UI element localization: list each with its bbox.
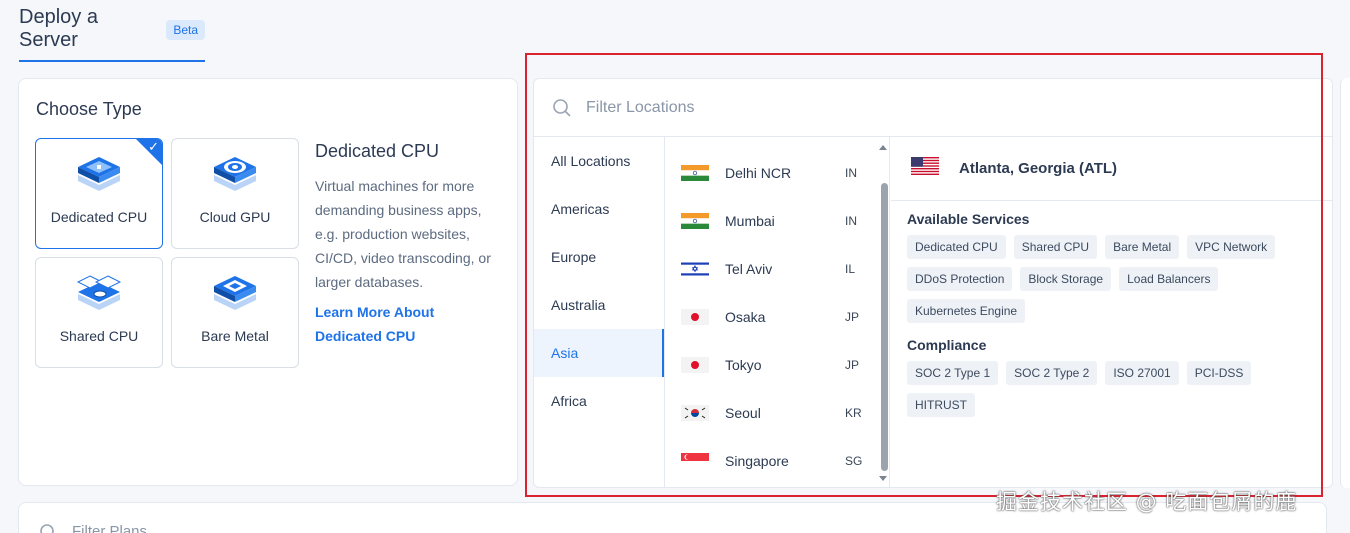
services-tags: Dedicated CPU Shared CPU Bare Metal VPC … — [907, 235, 1317, 323]
search-icon — [553, 98, 571, 117]
tile-label: Dedicated CPU — [50, 209, 148, 225]
type-tile-shared-cpu[interactable]: Shared CPU — [35, 257, 163, 368]
city-name: Tokyo — [725, 357, 762, 373]
region-list: All Locations Americas Europe Australia … — [534, 137, 665, 487]
korea-flag-icon — [681, 405, 709, 421]
type-tile-cloud-gpu[interactable]: Cloud GPU — [171, 138, 299, 249]
region-africa[interactable]: Africa — [534, 377, 664, 425]
city-name: Singapore — [725, 453, 789, 469]
city-name: Osaka — [725, 309, 766, 325]
city-item-mumbai[interactable]: Mumbai IN — [665, 197, 889, 245]
city-list-scrollbar[interactable] — [879, 145, 888, 481]
india-flag-icon — [681, 165, 709, 181]
singapore-flag-icon — [681, 453, 709, 469]
service-tag: Load Balancers — [1119, 267, 1219, 291]
japan-flag-icon — [681, 357, 709, 373]
service-tag: Kubernetes Engine — [907, 299, 1026, 323]
type-tile-dedicated-cpu[interactable]: Dedicated CPU ✓ — [35, 138, 163, 249]
scroll-up-arrow-icon[interactable] — [879, 145, 887, 150]
learn-more-link[interactable]: Learn More About Dedicated CPU — [315, 300, 505, 348]
country-code: KR — [845, 406, 862, 420]
service-tag: Block Storage — [1020, 267, 1112, 291]
city-item-tel-aviv[interactable]: Tel Aviv IL — [665, 245, 889, 293]
location-detail-panel: Atlanta, Georgia (ATL) Available Service… — [891, 137, 1332, 487]
filter-locations[interactable]: Filter Locations — [534, 79, 1332, 137]
service-tag: Bare Metal — [1105, 235, 1180, 259]
region-americas[interactable]: Americas — [534, 185, 664, 233]
cloud-gpu-icon — [214, 157, 256, 191]
description-title: Dedicated CPU — [315, 141, 440, 161]
country-code: SG — [845, 454, 863, 468]
tile-label: Bare Metal — [201, 328, 269, 344]
watermark: 掘金技术社区 @ 吃面包屑的鹿 — [996, 490, 1298, 514]
country-code: IN — [845, 214, 857, 228]
compliance-tag: ISO 27001 — [1105, 361, 1179, 385]
usa-flag-icon — [911, 157, 939, 180]
india-flag-icon — [681, 213, 709, 229]
beta-badge: Beta — [166, 20, 205, 40]
next-card-edge — [1340, 78, 1350, 488]
city-item-tokyo[interactable]: Tokyo JP — [665, 341, 889, 389]
type-tile-bare-metal[interactable]: Bare Metal — [171, 257, 299, 368]
compliance-tag: SOC 2 Type 1 — [907, 361, 999, 385]
compliance-tag: PCI-DSS — [1186, 361, 1252, 385]
type-description: Dedicated CPU Virtual machines for more … — [315, 141, 505, 348]
choose-type-heading: Choose Type — [36, 99, 142, 119]
page-title-tab: Deploy a Server Beta — [19, 0, 205, 62]
country-code: IL — [845, 262, 856, 276]
filter-locations-input[interactable]: Filter Locations — [586, 99, 695, 117]
region-australia[interactable]: Australia — [534, 281, 664, 329]
city-name: Tel Aviv — [725, 261, 773, 277]
region-all-locations[interactable]: All Locations — [534, 137, 664, 185]
city-item-singapore[interactable]: Singapore SG — [665, 437, 889, 485]
region-asia[interactable]: Asia — [534, 329, 664, 377]
search-icon — [39, 523, 57, 533]
israel-flag-icon — [681, 261, 709, 277]
service-tag: VPC Network — [1187, 235, 1276, 259]
compliance-tags: SOC 2 Type 1 SOC 2 Type 2 ISO 27001 PCI-… — [907, 361, 1317, 417]
filter-plans-input[interactable]: Filter Plans — [72, 523, 147, 533]
country-code: JP — [845, 358, 860, 372]
city-name: Mumbai — [725, 213, 775, 229]
country-code: IN — [845, 166, 857, 180]
bare-metal-icon — [214, 276, 256, 310]
compliance-tag: SOC 2 Type 2 — [1006, 361, 1098, 385]
region-europe[interactable]: Europe — [534, 233, 664, 281]
city-name: Delhi NCR — [725, 165, 792, 181]
tile-label: Cloud GPU — [199, 209, 271, 225]
service-tag: DDoS Protection — [907, 267, 1013, 291]
city-item-osaka[interactable]: Osaka JP — [665, 293, 889, 341]
service-tag: Shared CPU — [1013, 235, 1098, 259]
available-services-title: Available Services — [907, 211, 1030, 227]
description-body: Virtual machines for more demanding busi… — [315, 178, 491, 290]
city-item-delhi-ncr[interactable]: Delhi NCR IN — [665, 149, 889, 197]
city-item-seoul[interactable]: Seoul KR — [665, 389, 889, 437]
compliance-title: Compliance — [907, 337, 987, 353]
dedicated-cpu-icon — [78, 157, 120, 191]
page-title: Deploy a Server — [19, 6, 98, 51]
choose-type-card: Choose Type Dedicated CPU ✓ Cloud GPU Sh… — [18, 78, 518, 486]
city-list: Delhi NCR IN Mumbai IN Tel Aviv IL Osaka… — [665, 137, 890, 487]
city-name: Seoul — [725, 405, 761, 421]
shared-cpu-icon — [76, 275, 122, 310]
tile-label: Shared CPU — [59, 328, 139, 344]
country-code: JP — [845, 310, 860, 324]
japan-flag-icon — [681, 309, 709, 325]
scroll-down-arrow-icon[interactable] — [879, 476, 887, 481]
location-detail-header: Atlanta, Georgia (ATL) — [891, 137, 1332, 201]
scroll-thumb[interactable] — [881, 183, 888, 471]
check-icon: ✓ — [148, 139, 159, 154]
location-name: Atlanta, Georgia (ATL) — [959, 160, 1118, 177]
compliance-tag: HITRUST — [907, 393, 975, 417]
service-tag: Dedicated CPU — [907, 235, 1006, 259]
locations-card: Filter Locations All Locations Americas … — [533, 78, 1333, 488]
